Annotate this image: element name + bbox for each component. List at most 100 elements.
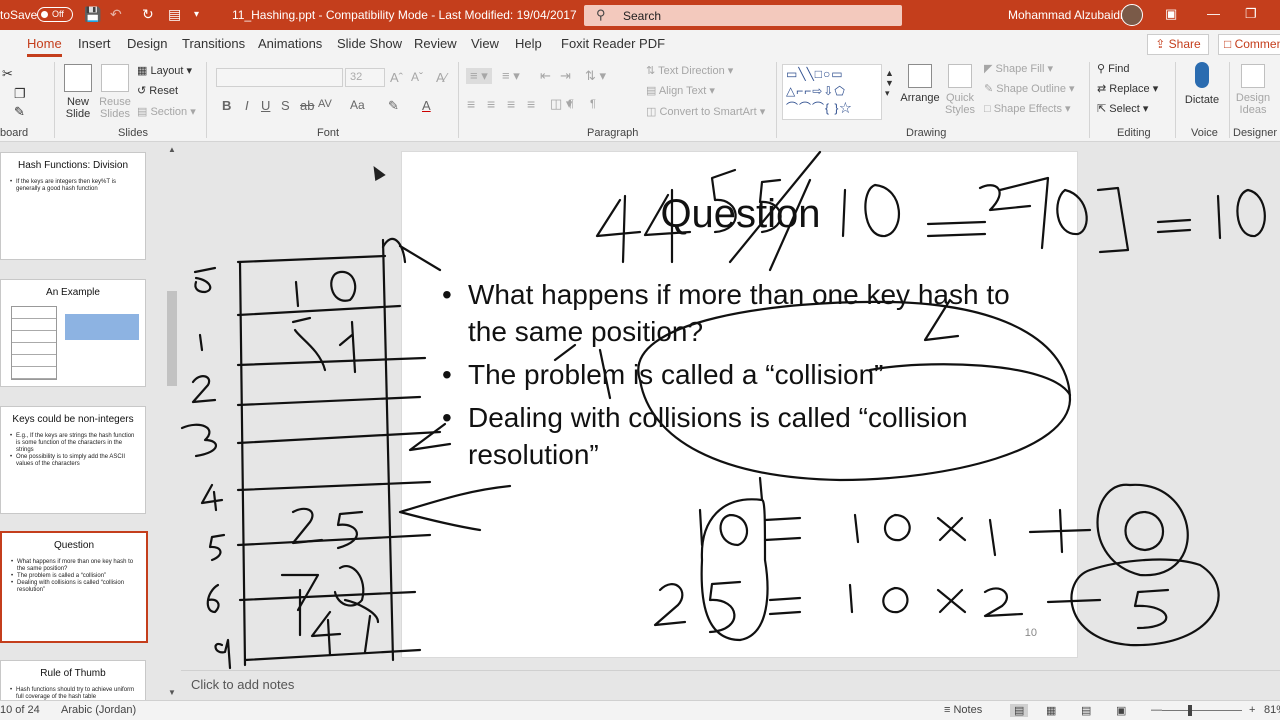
decrease-indent-icon[interactable]: ⇤ bbox=[540, 68, 551, 84]
reset-button[interactable]: ↺ Reset bbox=[137, 84, 178, 97]
highlight-icon[interactable]: ✎ bbox=[388, 98, 399, 114]
shrink-font-icon[interactable]: Aˇ bbox=[411, 70, 423, 84]
comments-button[interactable]: □ Commen bbox=[1218, 34, 1280, 55]
avatar[interactable] bbox=[1121, 4, 1143, 26]
user-name[interactable]: Mohammad Alzubaidi bbox=[1008, 8, 1123, 22]
notes-button[interactable]: ≡ Notes bbox=[944, 704, 982, 716]
minimize-icon[interactable]: — bbox=[1207, 6, 1220, 21]
rtl-icon[interactable]: ¶ bbox=[568, 98, 574, 110]
save-icon[interactable]: 💾 bbox=[84, 6, 101, 23]
arrange-button[interactable]: Arrange bbox=[900, 64, 940, 104]
tab-transitions[interactable]: Transitions bbox=[182, 36, 245, 51]
customize-qat-icon[interactable]: ▾ bbox=[194, 9, 199, 20]
justify-icon[interactable]: ≡ bbox=[527, 96, 535, 112]
zoom-slider[interactable] bbox=[1162, 710, 1242, 711]
undo-icon[interactable]: ↶ bbox=[110, 6, 122, 23]
find-button[interactable]: ⚲ Find bbox=[1097, 62, 1130, 75]
divider bbox=[776, 62, 777, 138]
zoom-out-icon[interactable]: — bbox=[1151, 704, 1162, 716]
cut-icon[interactable]: ✂ bbox=[2, 66, 13, 82]
reading-view-icon[interactable]: ▤ bbox=[1081, 704, 1091, 717]
bold-icon[interactable]: B bbox=[222, 98, 231, 113]
slide-thumbnail[interactable]: Keys could be non-integers E.g., If the … bbox=[0, 406, 146, 514]
copy-icon[interactable]: ❐ bbox=[14, 86, 26, 102]
font-name-box[interactable] bbox=[216, 68, 343, 87]
tab-slide-show[interactable]: Slide Show bbox=[337, 36, 402, 51]
numbering-icon[interactable]: ≡ ▾ bbox=[502, 68, 520, 84]
share-button[interactable]: ⇪ Share bbox=[1147, 34, 1209, 55]
strikethrough-icon[interactable]: ab bbox=[300, 98, 314, 113]
underline-icon[interactable]: U bbox=[261, 98, 270, 113]
normal-view-icon[interactable]: ▤ bbox=[1010, 704, 1029, 717]
ltr-icon[interactable]: ¶ bbox=[590, 98, 596, 110]
change-case-icon[interactable]: Aa bbox=[350, 98, 365, 112]
shapes-more-icon[interactable]: ▲ ▼ ▾ bbox=[885, 68, 894, 99]
align-center-icon[interactable]: ≡ bbox=[487, 96, 495, 112]
scroll-down-icon[interactable]: ▼ bbox=[168, 688, 176, 697]
shape-outline-button[interactable]: ✎ Shape Outline ▾ bbox=[984, 82, 1075, 95]
tab-foxit-reader-pdf[interactable]: Foxit Reader PDF bbox=[561, 36, 665, 51]
tab-view[interactable]: View bbox=[471, 36, 499, 51]
paint-bucket-icon: ◤ bbox=[984, 63, 996, 75]
slide-thumbnail-pane: Hash Functions: Division If the keys are… bbox=[0, 143, 180, 720]
line-spacing-icon[interactable]: ⇅ ▾ bbox=[585, 68, 606, 84]
tab-animations[interactable]: Animations bbox=[258, 36, 322, 51]
reuse-slides-button[interactable]: Reuse Slides bbox=[99, 64, 131, 120]
scroll-up-icon[interactable]: ▲ bbox=[168, 145, 176, 154]
bullets-icon[interactable]: ≡ ▾ bbox=[466, 68, 492, 84]
scrollbar-thumb[interactable] bbox=[167, 291, 177, 386]
replace-button[interactable]: ⇄ Replace ▾ bbox=[1097, 82, 1158, 95]
document-title: 11_Hashing.ppt - Compatibility Mode - La… bbox=[232, 8, 577, 22]
section-button[interactable]: ▤ Section ▾ bbox=[137, 105, 196, 118]
grow-font-icon[interactable]: Aˆ bbox=[390, 70, 403, 85]
slide-title[interactable]: Question bbox=[402, 192, 1079, 237]
italic-icon[interactable]: I bbox=[245, 98, 249, 113]
slide-sorter-icon[interactable]: ▦ bbox=[1046, 704, 1056, 717]
zoom-in-icon[interactable]: + bbox=[1249, 704, 1255, 716]
slide-thumbnail[interactable]: Hash Functions: Division If the keys are… bbox=[0, 152, 146, 260]
search-box[interactable]: ⚲ Search bbox=[584, 5, 902, 26]
redo-icon[interactable]: ↻ bbox=[142, 6, 154, 23]
slideshow-icon[interactable]: ▣ bbox=[1116, 704, 1126, 717]
notes-pane[interactable]: Click to add notes bbox=[181, 670, 1280, 700]
increase-indent-icon[interactable]: ⇥ bbox=[560, 68, 571, 84]
tab-home[interactable]: Home bbox=[27, 36, 62, 57]
zoom-slider-thumb[interactable] bbox=[1188, 705, 1192, 716]
present-icon[interactable]: ▤ bbox=[168, 6, 181, 23]
clear-formatting-icon[interactable]: A∕ bbox=[436, 70, 447, 85]
tab-insert[interactable]: Insert bbox=[78, 36, 111, 51]
zoom-level[interactable]: 81% bbox=[1264, 704, 1280, 716]
align-text-button[interactable]: ▤ Align Text ▾ bbox=[646, 84, 715, 97]
language-indicator[interactable]: Arabic (Jordan) bbox=[61, 704, 136, 716]
text-direction-button[interactable]: ⇅ Text Direction ▾ bbox=[646, 64, 733, 77]
format-painter-icon[interactable]: ✎ bbox=[14, 104, 25, 120]
shadow-icon[interactable]: S bbox=[281, 98, 290, 113]
tab-design[interactable]: Design bbox=[127, 36, 167, 51]
new-slide-button[interactable]: New Slide bbox=[62, 64, 94, 120]
tab-help[interactable]: Help bbox=[515, 36, 542, 51]
align-left-icon[interactable]: ≡ bbox=[467, 96, 475, 112]
slide-thumbnail[interactable]: An Example bbox=[0, 279, 146, 387]
font-color-icon[interactable]: A bbox=[422, 98, 431, 113]
shape-effects-button[interactable]: □ Shape Effects ▾ bbox=[984, 102, 1071, 115]
thumbnail-scrollbar[interactable]: ▲ ▼ bbox=[166, 143, 178, 700]
design-ideas-button[interactable]: Design Ideas bbox=[1233, 64, 1273, 116]
font-size-box[interactable]: 32 bbox=[345, 68, 385, 87]
tab-review[interactable]: Review bbox=[414, 36, 457, 51]
layout-button[interactable]: ▦ Layout ▾ bbox=[137, 64, 192, 77]
slide-thumbnail-selected[interactable]: Question What happens if more than one k… bbox=[0, 531, 148, 643]
align-right-icon[interactable]: ≡ bbox=[507, 96, 515, 112]
slide-canvas[interactable]: Question What happens if more than one k… bbox=[401, 151, 1078, 658]
restore-icon[interactable]: ❐ bbox=[1245, 6, 1257, 22]
thumbnail-title: Question bbox=[53, 540, 95, 551]
slide-bullets[interactable]: What happens if more than one key hash t… bbox=[442, 276, 1042, 479]
dictate-button[interactable]: Dictate bbox=[1182, 62, 1222, 106]
ribbon-display-icon[interactable]: ▣ bbox=[1165, 6, 1177, 22]
shapes-gallery[interactable]: ▭╲╲□○▭ △⌐⌐⇨⇩⬠ ⌒⌒⌒{ }☆ bbox=[782, 64, 882, 120]
autosave-toggle[interactable]: Off bbox=[37, 7, 73, 22]
shape-fill-button[interactable]: ◤ Shape Fill ▾ bbox=[984, 62, 1053, 75]
quick-styles-button[interactable]: Quick Styles bbox=[942, 64, 978, 116]
char-spacing-icon[interactable]: AV bbox=[318, 98, 332, 110]
select-button[interactable]: ⇱ Select ▾ bbox=[1097, 102, 1148, 115]
convert-smartart-button[interactable]: ◫ Convert to SmartArt ▾ bbox=[646, 105, 765, 118]
